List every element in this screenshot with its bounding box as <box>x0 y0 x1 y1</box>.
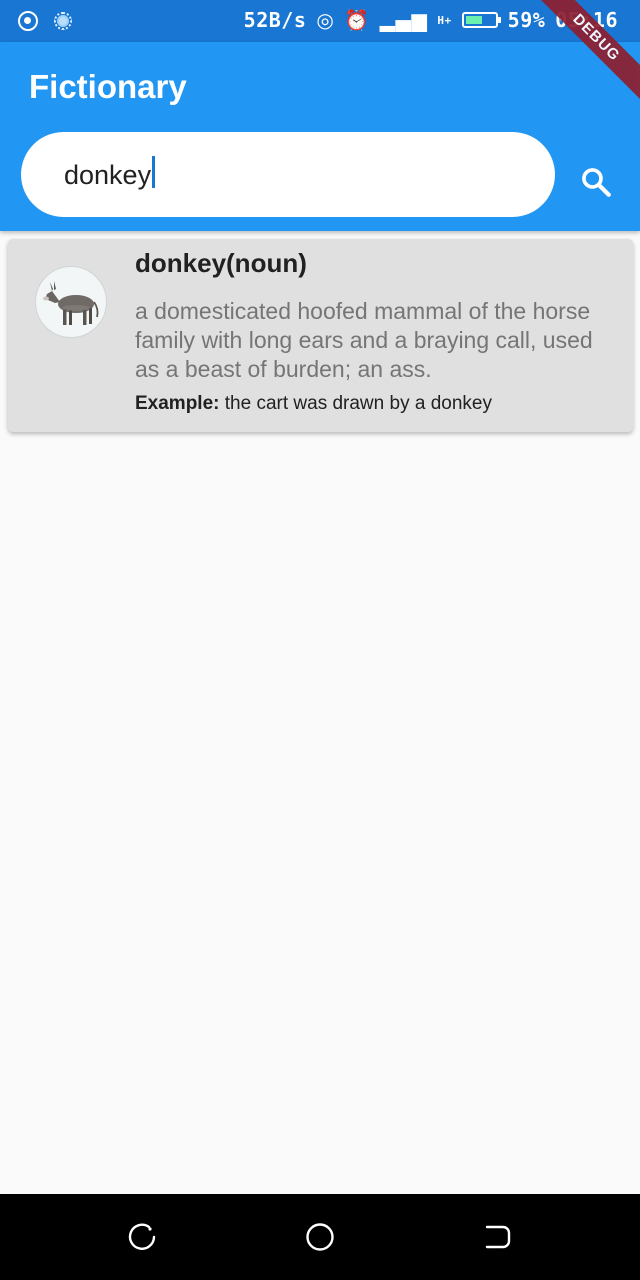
word-example: Example: the cart was drawn by a donkey <box>135 393 492 415</box>
back-button[interactable] <box>481 1220 515 1254</box>
app-bar: Fictionary <box>0 42 640 231</box>
location-target-icon <box>18 11 38 31</box>
sync-icon <box>54 12 72 30</box>
recent-apps-icon <box>128 1223 156 1250</box>
battery-percent: 59% <box>507 8 546 32</box>
home-button[interactable] <box>303 1220 337 1254</box>
network-type: H+ <box>437 13 452 27</box>
example-label: Example: <box>135 393 220 414</box>
signal-icon: ▂▄▆ <box>379 8 428 32</box>
donkey-image <box>35 266 107 338</box>
search-button[interactable] <box>574 160 618 204</box>
word-title: donkey(noun) <box>135 248 307 278</box>
back-icon <box>485 1225 511 1249</box>
alarm-icon: ⏰ <box>344 8 370 32</box>
search-input[interactable] <box>64 156 504 194</box>
navigation-bar <box>0 1194 640 1280</box>
result-card[interactable]: donkey(noun) a domesticated hoofed mamma… <box>8 239 633 432</box>
example-text: the cart was drawn by a donkey <box>219 393 492 414</box>
status-notifications <box>18 11 72 31</box>
network-speed: 52B/s <box>243 8 307 32</box>
hotspot-icon: ◎ <box>316 8 335 32</box>
home-icon <box>306 1223 334 1251</box>
text-cursor <box>152 156 156 188</box>
battery-level <box>465 16 483 24</box>
search-icon <box>582 168 611 197</box>
word-definition: a domesticated hoofed mammal of the hors… <box>135 298 593 382</box>
app-title: Fictionary <box>29 68 187 105</box>
status-bar: 52B/s ◎ ⏰ ▂▄▆ H+ 59% 05:16 <box>0 0 640 42</box>
battery-icon <box>461 12 501 28</box>
recent-apps-button[interactable] <box>125 1220 159 1254</box>
search-box[interactable] <box>21 132 555 217</box>
